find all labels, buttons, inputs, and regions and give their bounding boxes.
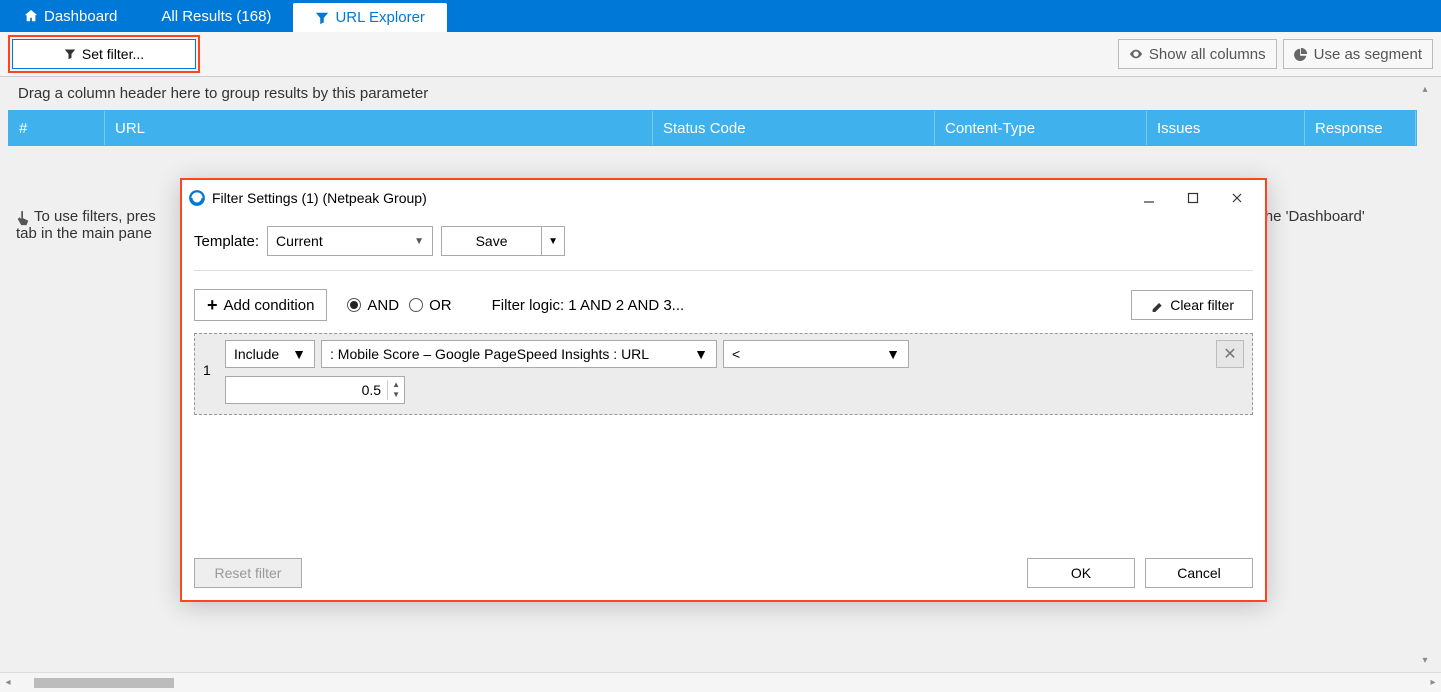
operator-select[interactable]: < ▼: [723, 340, 909, 368]
col-number[interactable]: #: [9, 111, 105, 145]
radio-icon: [409, 298, 423, 312]
eraser-icon: [1150, 298, 1164, 312]
app-logo-icon: [188, 189, 206, 207]
tab-label: Dashboard: [44, 8, 117, 25]
top-tabs: Dashboard All Results (168) URL Explorer: [0, 0, 1441, 32]
col-response[interactable]: Response: [1305, 111, 1416, 145]
value-input-wrap: ▲ ▼: [225, 376, 405, 404]
logic-or-radio[interactable]: OR: [409, 297, 452, 314]
save-button-group: Save ▼: [441, 226, 565, 256]
close-button[interactable]: [1215, 183, 1259, 213]
show-all-columns-button[interactable]: Show all columns: [1118, 39, 1277, 69]
plus-icon: +: [207, 295, 218, 316]
maximize-button[interactable]: [1171, 183, 1215, 213]
button-label: Save: [476, 233, 508, 249]
chevron-down-icon: ▼: [694, 346, 708, 362]
col-status[interactable]: Status Code: [653, 111, 935, 145]
condition-toolbar: + Add condition AND OR Filter logic: 1 A…: [194, 271, 1253, 333]
add-condition-button[interactable]: + Add condition: [194, 289, 327, 321]
button-label: Reset filter: [215, 565, 282, 581]
horizontal-scrollbar[interactable]: ◂ ▸: [0, 672, 1441, 692]
button-label: Clear filter: [1170, 297, 1234, 313]
pie-icon: [1294, 47, 1308, 61]
field-select[interactable]: : Mobile Score – Google PageSpeed Insigh…: [321, 340, 717, 368]
scroll-left-button[interactable]: ◂: [0, 677, 16, 688]
save-button[interactable]: Save: [441, 226, 541, 256]
reset-filter-button[interactable]: Reset filter: [194, 558, 302, 588]
template-label: Template:: [194, 233, 259, 250]
tab-all-results[interactable]: All Results (168): [139, 0, 293, 32]
button-label: Use as segment: [1314, 46, 1422, 63]
scroll-up-button[interactable]: ▴: [1417, 81, 1433, 97]
template-value: Current: [276, 233, 323, 249]
hint-text-left: To use filters, pres: [34, 208, 156, 225]
button-label: Cancel: [1177, 565, 1221, 581]
select-value: <: [732, 346, 740, 362]
grid-header: # URL Status Code Content-Type Issues Re…: [8, 110, 1417, 146]
scroll-down-button[interactable]: ▾: [1417, 652, 1433, 668]
use-as-segment-button[interactable]: Use as segment: [1283, 39, 1433, 69]
clear-filter-button[interactable]: Clear filter: [1131, 290, 1253, 320]
filter-icon: [315, 11, 329, 25]
include-select[interactable]: Include ▼: [225, 340, 315, 368]
home-icon: [24, 9, 38, 23]
save-dropdown-button[interactable]: ▼: [541, 226, 565, 256]
set-filter-button[interactable]: Set filter...: [12, 39, 196, 69]
group-hint: Drag a column header here to group resul…: [8, 77, 1433, 110]
template-row: Template: Current ▼ Save ▼: [194, 216, 1253, 271]
template-select[interactable]: Current ▼: [267, 226, 433, 256]
chevron-down-icon: ▼: [886, 346, 900, 362]
radio-icon: [347, 298, 361, 312]
scroll-right-button[interactable]: ▸: [1425, 677, 1441, 688]
spinner-down-button[interactable]: ▼: [388, 390, 404, 400]
logic-and-radio[interactable]: AND: [347, 297, 399, 314]
cancel-button[interactable]: Cancel: [1145, 558, 1253, 588]
tab-dashboard[interactable]: Dashboard: [2, 0, 139, 32]
select-value: Include: [234, 346, 279, 362]
button-label: OK: [1071, 565, 1091, 581]
filter-icon: [64, 48, 76, 60]
eye-icon: [1129, 47, 1143, 61]
col-url[interactable]: URL: [105, 111, 653, 145]
set-filter-highlight: Set filter...: [8, 35, 200, 73]
select-value: : Mobile Score – Google PageSpeed Insigh…: [330, 346, 649, 362]
tab-label: All Results (168): [161, 8, 271, 25]
col-content-type[interactable]: Content-Type: [935, 111, 1147, 145]
chevron-down-icon: ▼: [548, 236, 558, 247]
scroll-thumb[interactable]: [34, 678, 174, 688]
button-label: Set filter...: [82, 46, 144, 62]
tab-label: URL Explorer: [335, 9, 424, 26]
remove-condition-button[interactable]: ✕: [1216, 340, 1244, 368]
filter-settings-dialog: Filter Settings (1) (Netpeak Group) Temp…: [180, 178, 1267, 602]
close-icon: ✕: [1223, 344, 1236, 364]
chevron-down-icon: ▼: [292, 346, 306, 362]
dialog-titlebar[interactable]: Filter Settings (1) (Netpeak Group): [182, 180, 1265, 216]
spinner-up-button[interactable]: ▲: [388, 380, 404, 390]
dialog-footer: Reset filter OK Cancel: [182, 546, 1265, 600]
filter-conditions-box: 1 Include ▼ : Mobile Score – Google Page…: [194, 333, 1253, 415]
chevron-down-icon: ▼: [414, 236, 424, 247]
dialog-title: Filter Settings (1) (Netpeak Group): [212, 190, 427, 206]
filter-logic-text: Filter logic: 1 AND 2 AND 3...: [492, 297, 685, 314]
spinner-buttons: ▲ ▼: [387, 380, 404, 400]
button-label: Add condition: [224, 297, 315, 314]
radio-label: OR: [429, 297, 452, 314]
button-label: Show all columns: [1149, 46, 1266, 63]
condition-index: 1: [203, 340, 215, 378]
radio-label: AND: [367, 297, 399, 314]
ok-button[interactable]: OK: [1027, 558, 1135, 588]
col-issues[interactable]: Issues: [1147, 111, 1305, 145]
toolbar: Set filter... Show all columns Use as se…: [0, 32, 1441, 77]
minimize-button[interactable]: [1127, 183, 1171, 213]
tab-url-explorer[interactable]: URL Explorer: [293, 3, 446, 32]
value-input[interactable]: [226, 382, 387, 398]
